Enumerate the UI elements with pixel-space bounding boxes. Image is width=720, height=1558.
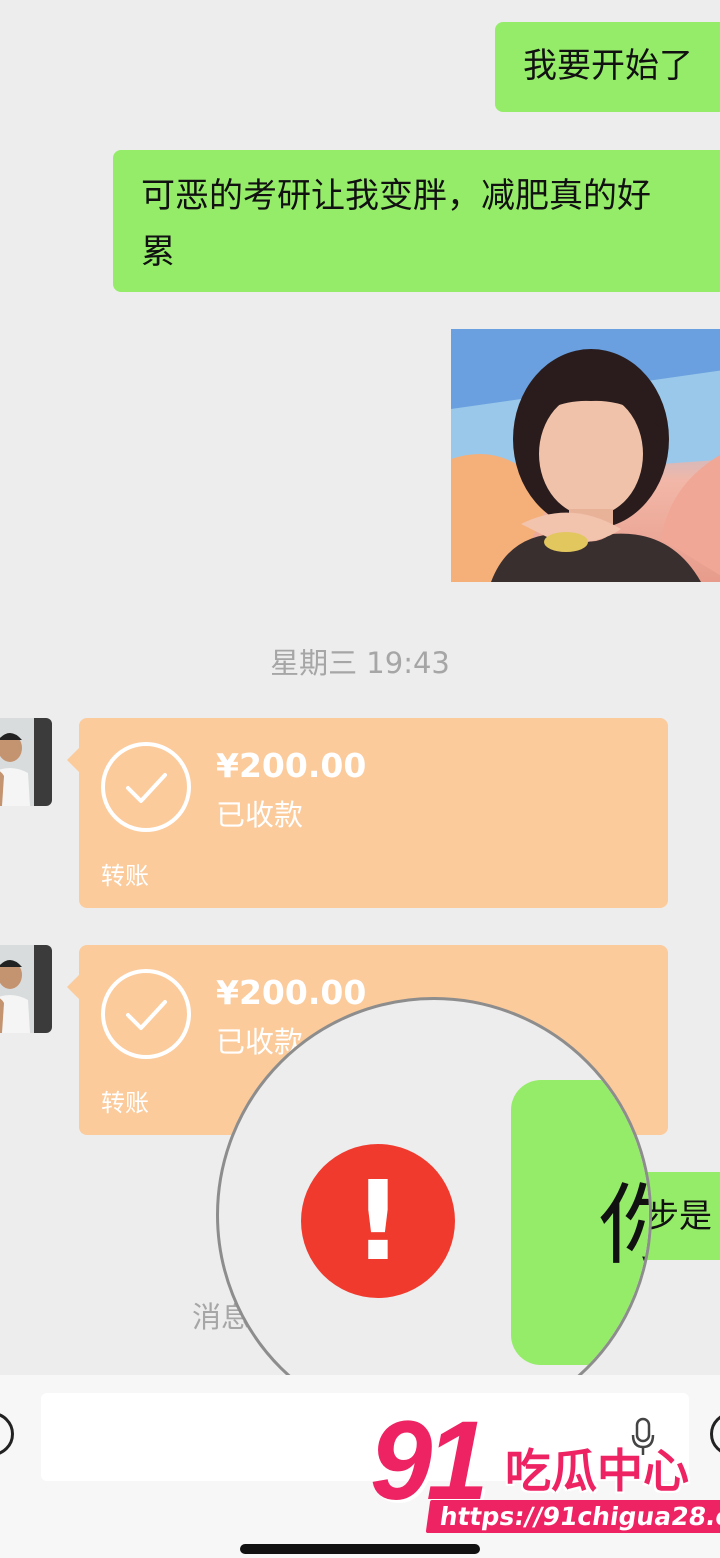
message-text: 我要开始了	[523, 46, 693, 86]
watermark-name: 吃瓜中心	[505, 1444, 689, 1498]
magnifier-overlay: 你 !	[216, 997, 652, 1433]
message-bubble-outgoing[interactable]: 可恶的考研让我变胖，减肥真的好 累	[113, 150, 720, 292]
transfer-status: 已收款	[216, 798, 304, 832]
photo-illustration	[451, 329, 720, 582]
bubble-tail	[67, 748, 79, 772]
home-indicator[interactable]	[240, 1544, 480, 1554]
error-icon[interactable]: !	[301, 1144, 455, 1298]
message-text-line: 累	[141, 232, 175, 272]
transfer-amount: ¥200.00	[216, 746, 367, 785]
chat-timestamp: 星期三 19:43	[270, 646, 450, 680]
transfer-message[interactable]: ¥200.00 已收款 转账	[67, 718, 668, 908]
error-mark: !	[352, 1157, 404, 1285]
message-bubble-outgoing[interactable]: 我要开始了	[495, 22, 720, 112]
check-icon	[101, 742, 191, 832]
transfer-label: 转账	[101, 1089, 149, 1117]
bubble-tail	[67, 975, 79, 999]
message-text-line: 可恶的考研让我变胖，减肥真的好	[141, 176, 651, 216]
check-icon	[101, 969, 191, 1059]
watermark-logo: 91 吃瓜中心 https://91chigua28.com	[370, 1405, 720, 1545]
avatar[interactable]	[0, 718, 52, 806]
watermark-url: https://91chigua28.com	[425, 1500, 720, 1533]
avatar-image	[0, 945, 52, 1033]
image-message[interactable]	[451, 329, 720, 582]
avatar-image	[0, 718, 52, 806]
message-text: 步是	[646, 1196, 712, 1235]
magnified-text: 你	[599, 1155, 649, 1282]
avatar[interactable]	[0, 945, 52, 1033]
transfer-amount: ¥200.00	[216, 973, 367, 1012]
transfer-label: 转账	[101, 862, 149, 890]
